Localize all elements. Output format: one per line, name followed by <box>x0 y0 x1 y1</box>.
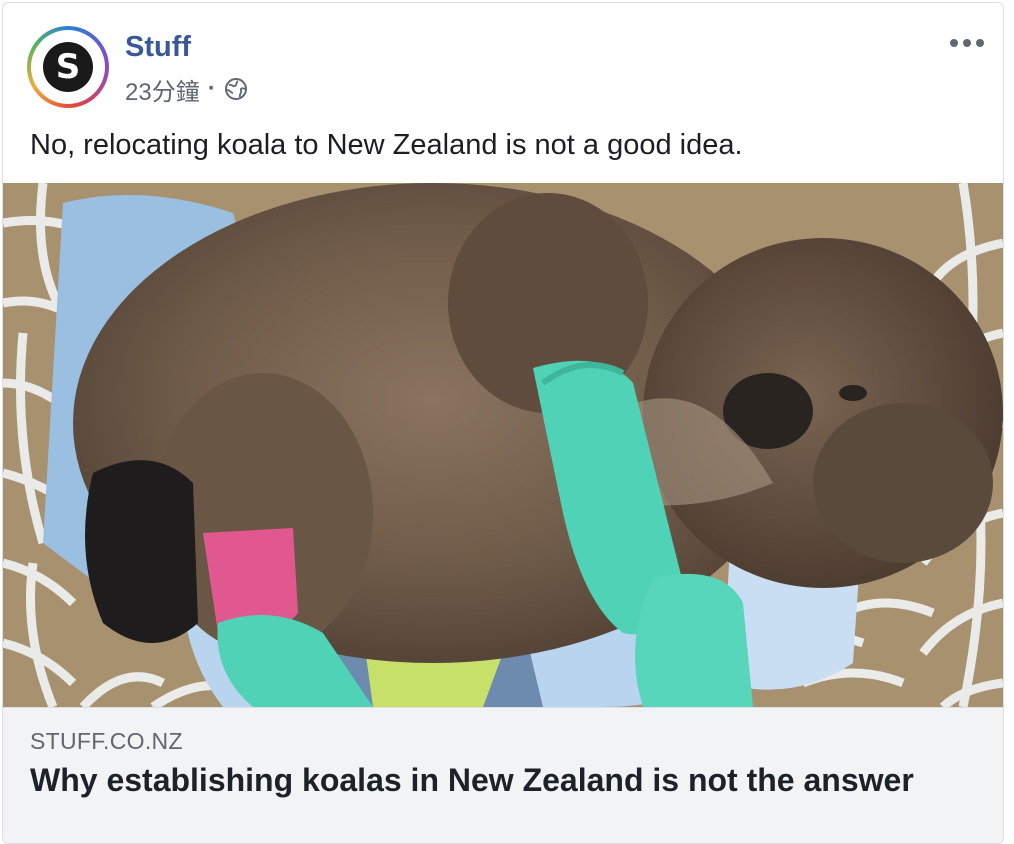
page-name-link[interactable]: Stuff <box>125 31 191 64</box>
more-options-button[interactable] <box>945 29 989 59</box>
page-avatar[interactable]: S <box>27 26 109 108</box>
post-card: S Stuff 23分鐘 · No, relocating koala to N… <box>2 2 1004 844</box>
avatar-logo: S <box>43 42 93 92</box>
post-meta: 23分鐘 · <box>125 72 248 107</box>
link-title[interactable]: Why establishing koalas in New Zealand i… <box>30 762 914 799</box>
koala-photo[interactable] <box>3 183 1003 707</box>
post-header: S Stuff 23分鐘 · <box>3 3 1003 123</box>
link-domain: STUFF.CO.NZ <box>30 728 183 754</box>
globe-icon[interactable] <box>224 77 248 101</box>
post-message: No, relocating koala to New Zealand is n… <box>30 129 743 161</box>
more-options-icon <box>949 35 985 53</box>
post-timestamp[interactable]: 23分鐘 <box>125 72 200 107</box>
link-preview[interactable]: STUFF.CO.NZ Why establishing koalas in N… <box>3 707 1003 843</box>
avatar-ring: S <box>31 30 105 104</box>
meta-separator: · <box>207 75 216 102</box>
